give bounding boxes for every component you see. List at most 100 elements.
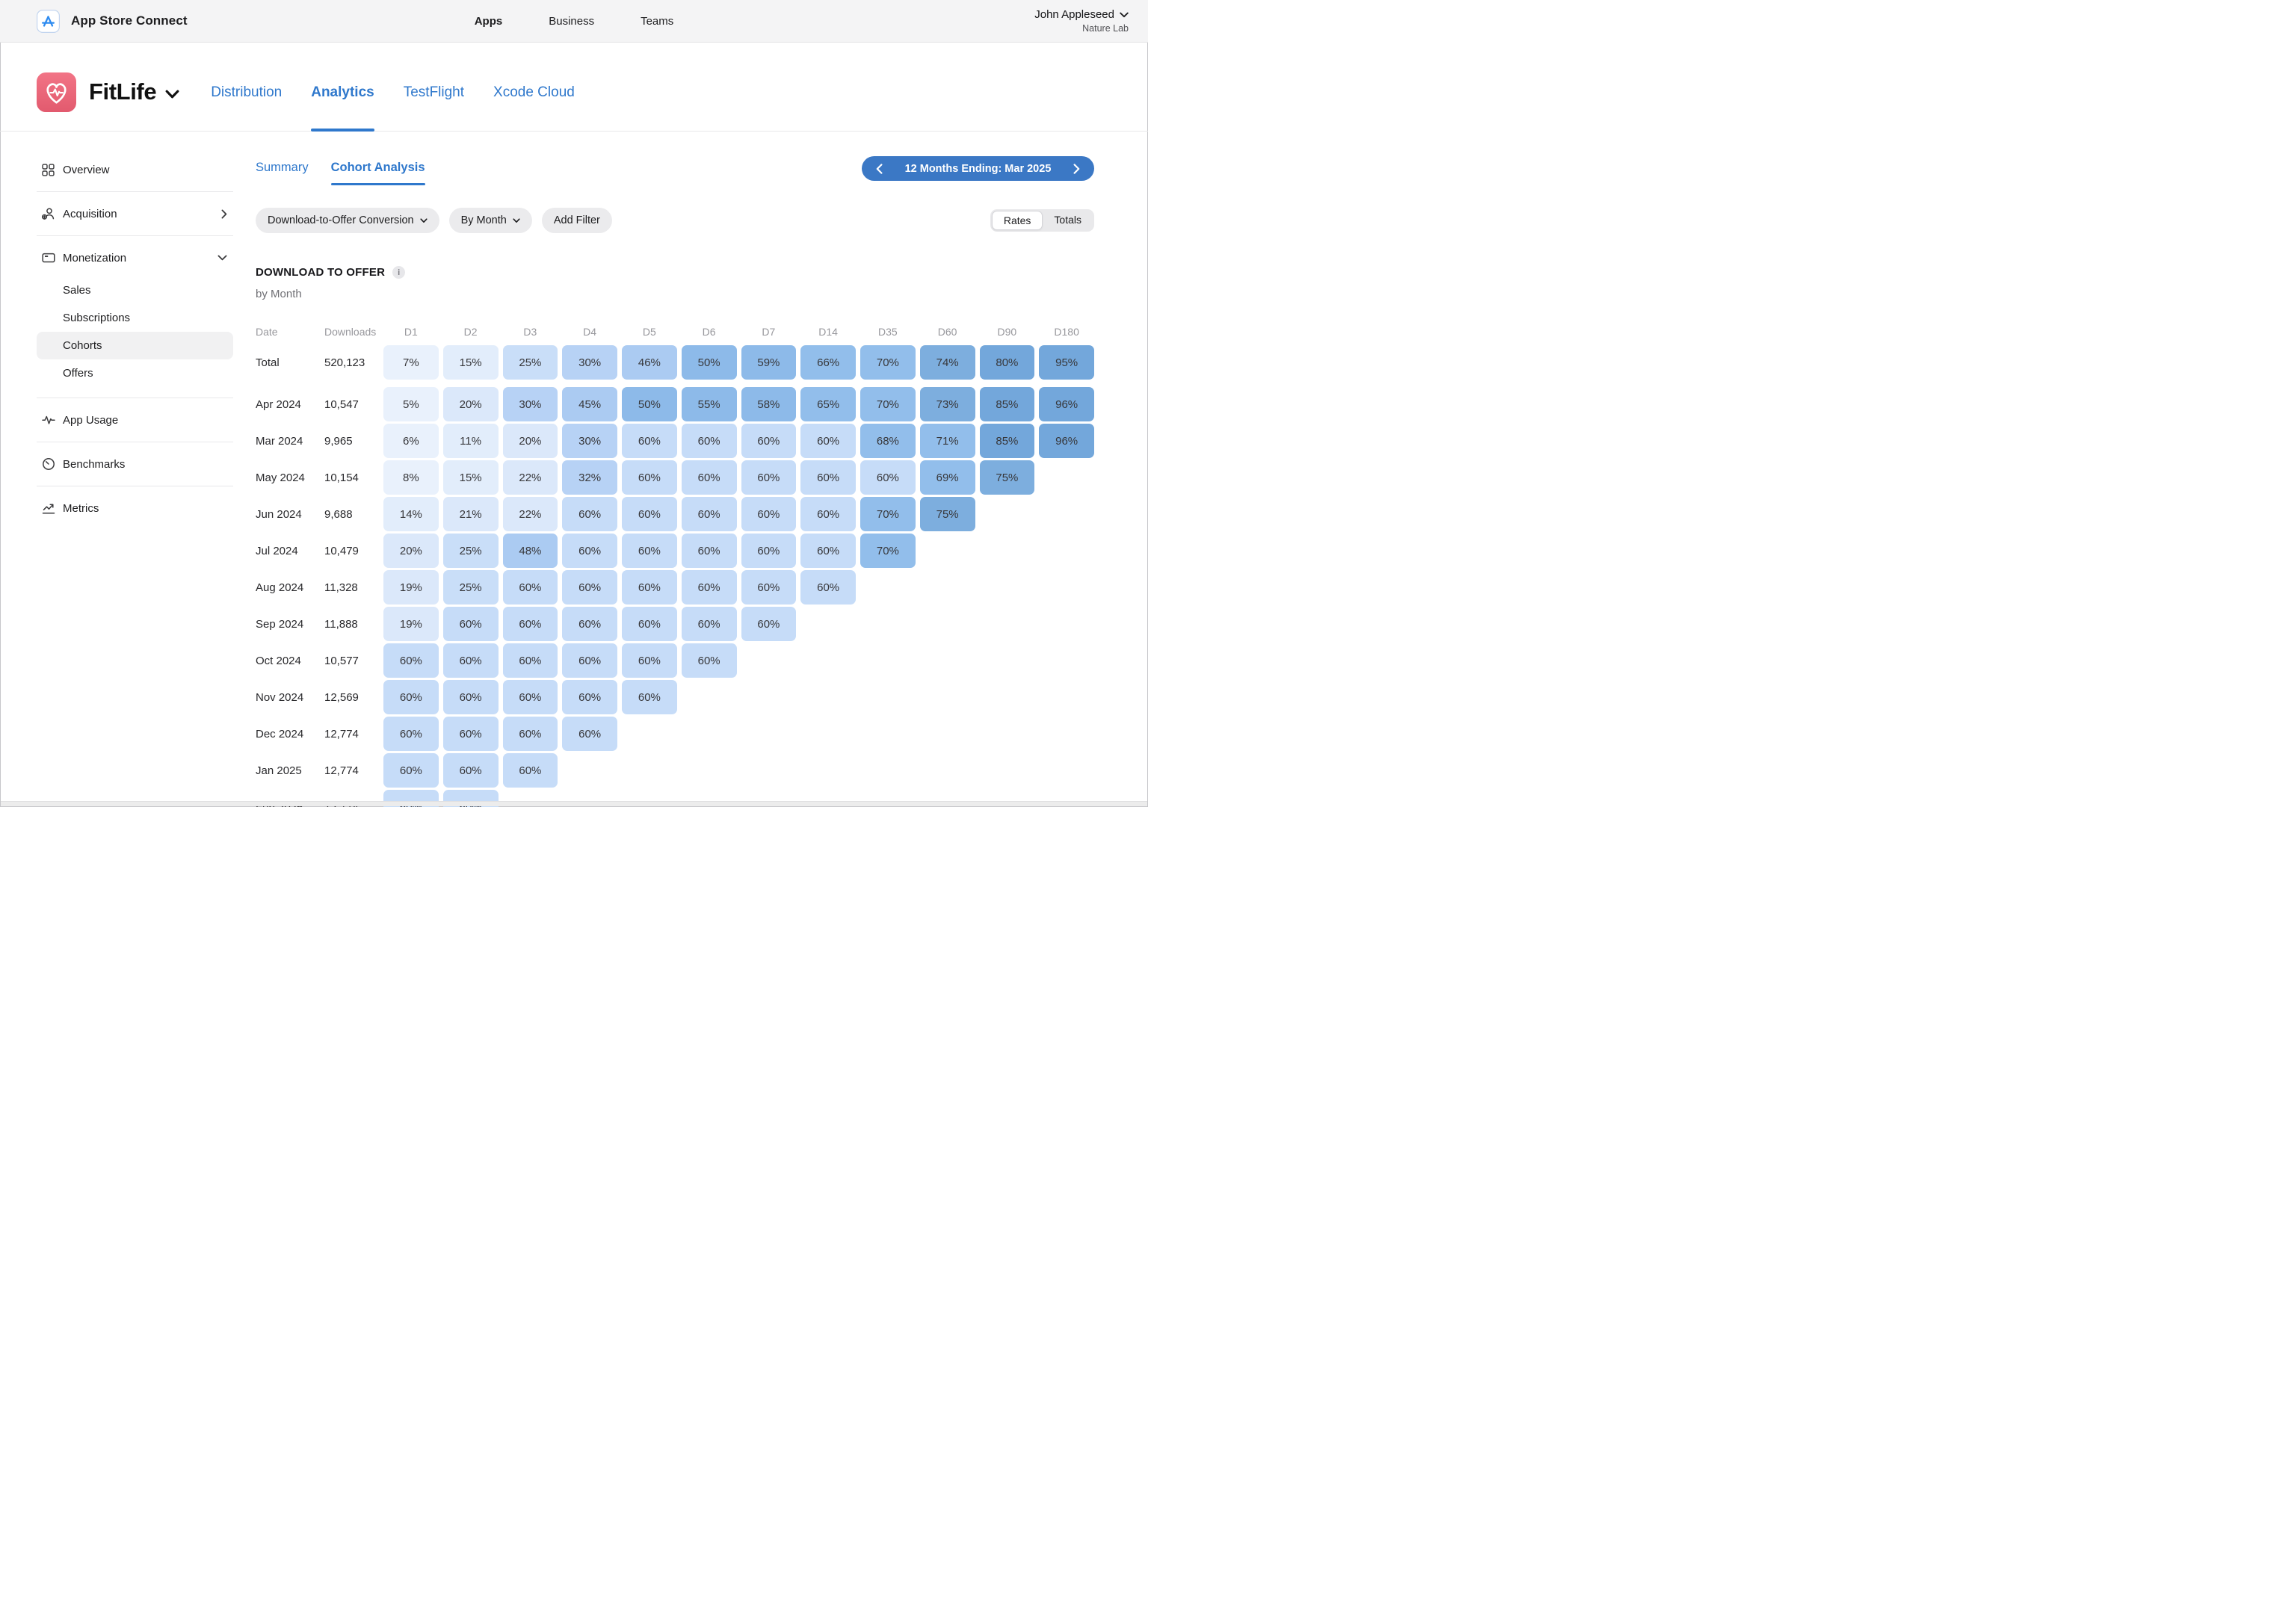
by-month-button[interactable]: By Month <box>449 208 532 233</box>
row-date: Sep 2024 <box>256 607 320 641</box>
cohort-cell: 60% <box>741 607 797 641</box>
cohort-cell: 68% <box>860 424 916 458</box>
sidebar-item-subscriptions[interactable]: Subscriptions <box>37 304 233 332</box>
empty-cell <box>562 753 617 788</box>
row-date: Jul 2024 <box>256 534 320 568</box>
cohort-cell: 80% <box>980 345 1035 380</box>
tab-analytics[interactable]: Analytics <box>311 53 374 132</box>
empty-cell <box>800 680 856 714</box>
table-row-jun-2024: Jun 20249,68814%21%22%60%60%60%60%60%70%… <box>256 497 1094 531</box>
sidebar-divider <box>37 235 233 236</box>
empty-cell <box>980 497 1035 531</box>
sidebar-item-label: Metrics <box>63 502 99 515</box>
toggle-totals[interactable]: Totals <box>1043 211 1093 230</box>
topbar-nav-apps[interactable]: Apps <box>475 15 503 28</box>
table-row-oct-2024: Oct 202410,57760%60%60%60%60%60% <box>256 643 1094 678</box>
person-add-icon <box>42 207 55 220</box>
cohort-cell: 70% <box>860 534 916 568</box>
cohort-cell: 95% <box>1039 345 1094 380</box>
topbar-nav-teams[interactable]: Teams <box>641 15 673 28</box>
cohort-cell: 60% <box>741 570 797 605</box>
empty-cell <box>741 643 797 678</box>
cohort-cell: 60% <box>622 680 677 714</box>
chevron-right-icon[interactable] <box>1070 161 1083 177</box>
sidebar-item-overview[interactable]: Overview <box>37 152 233 187</box>
info-icon[interactable]: i <box>392 266 405 279</box>
download-to-offer-conversion-button[interactable]: Download-to-Offer Conversion <box>256 208 439 233</box>
empty-cell <box>741 717 797 751</box>
sidebar-item-benchmarks[interactable]: Benchmarks <box>37 447 233 481</box>
sidebar-item-sales[interactable]: Sales <box>37 276 233 304</box>
column-header-d90: D90 <box>980 326 1035 338</box>
empty-cell <box>682 680 737 714</box>
sidebar-item-app-usage[interactable]: App Usage <box>37 403 233 437</box>
date-range-picker[interactable]: 12 Months Ending: Mar 2025 <box>862 156 1094 181</box>
table-row-may-2024: May 202410,1548%15%22%32%60%60%60%60%60%… <box>256 460 1094 495</box>
add-filter-button[interactable]: Add Filter <box>542 208 612 233</box>
column-header-d6: D6 <box>682 326 737 338</box>
empty-cell <box>1039 460 1094 495</box>
filter-bar: Download-to-Offer Conversion By Month Add … <box>256 208 612 233</box>
cohort-cell: 19% <box>383 570 439 605</box>
empty-cell <box>1039 497 1094 531</box>
app-store-connect-logo-icon <box>37 10 60 33</box>
cohort-cell: 60% <box>562 534 617 568</box>
cohort-cell: 60% <box>383 717 439 751</box>
sidebar-item-acquisition[interactable]: Acquisition <box>37 197 233 231</box>
chevron-down-icon <box>217 255 227 261</box>
table-row-apr-2024: Apr 202410,5475%20%30%45%50%55%58%65%70%… <box>256 387 1094 421</box>
sidebar-item-label: Overview <box>63 164 110 176</box>
cohort-cell: 60% <box>503 753 558 788</box>
user-org: Nature Lab <box>1034 22 1129 34</box>
cohort-cell: 60% <box>443 643 499 678</box>
cohort-cell: 60% <box>562 717 617 751</box>
cohort-cell: 32% <box>562 460 617 495</box>
sidebar-item-offers[interactable]: Offers <box>37 359 233 387</box>
cohort-cell: 19% <box>383 607 439 641</box>
clock-icon <box>42 457 55 471</box>
topbar-brand[interactable]: App Store Connect <box>37 10 188 33</box>
column-header-downloads: Downloads <box>324 326 379 338</box>
cohort-cell: 30% <box>562 345 617 380</box>
sidebar-item-cohorts[interactable]: Cohorts <box>37 332 233 359</box>
tab-summary[interactable]: Summary <box>256 161 309 176</box>
cohort-cell: 60% <box>622 643 677 678</box>
table-row-mar-2024: Mar 20249,9656%11%20%30%60%60%60%60%68%7… <box>256 424 1094 458</box>
empty-cell <box>800 607 856 641</box>
main-panel: Summary Cohort Analysis 12 Months Ending:… <box>233 132 1094 807</box>
topbar-nav-business[interactable]: Business <box>549 15 594 28</box>
toggle-rates[interactable]: Rates <box>992 211 1043 230</box>
cohort-cell: 15% <box>443 345 499 380</box>
cohort-cell: 25% <box>443 534 499 568</box>
chevron-down-icon <box>420 218 428 223</box>
tab-xcode-cloud[interactable]: Xcode Cloud <box>493 53 575 132</box>
cohort-cell: 60% <box>383 643 439 678</box>
cohort-cell: 60% <box>622 460 677 495</box>
cohort-cell: 60% <box>800 570 856 605</box>
cohort-cell: 75% <box>980 460 1035 495</box>
sidebar-item-label: Acquisition <box>63 208 117 220</box>
analytics-sidebar: Overview Acquisition MonetizationSalesSubs… <box>37 132 233 807</box>
app-title: App Store Connect <box>71 13 188 28</box>
empty-cell <box>980 717 1035 751</box>
app-switcher[interactable]: FitLife <box>89 78 179 105</box>
row-date: Nov 2024 <box>256 680 320 714</box>
chevron-left-icon[interactable] <box>873 161 886 177</box>
cohort-cell: 60% <box>443 753 499 788</box>
cohort-cell: 65% <box>800 387 856 421</box>
cohort-cell: 22% <box>503 460 558 495</box>
tab-testflight[interactable]: TestFlight <box>404 53 464 132</box>
cohort-cell: 50% <box>682 345 737 380</box>
user-menu[interactable]: John Appleseed Nature Lab <box>1034 7 1129 34</box>
cohort-cell: 48% <box>503 534 558 568</box>
sidebar-item-metrics[interactable]: Metrics <box>37 491 233 525</box>
cohort-cell: 60% <box>443 607 499 641</box>
tab-distribution[interactable]: Distribution <box>211 53 282 132</box>
chevron-down-icon <box>1120 12 1129 18</box>
section-subtitle: by Month <box>256 288 1094 300</box>
table-row-jul-2024: Jul 202410,47920%25%48%60%60%60%60%60%70… <box>256 534 1094 568</box>
horizontal-scrollbar[interactable] <box>1 801 1147 806</box>
empty-cell <box>860 643 916 678</box>
sidebar-item-monetization[interactable]: Monetization <box>37 241 233 275</box>
tab-cohort-analysis[interactable]: Cohort Analysis <box>331 161 425 176</box>
